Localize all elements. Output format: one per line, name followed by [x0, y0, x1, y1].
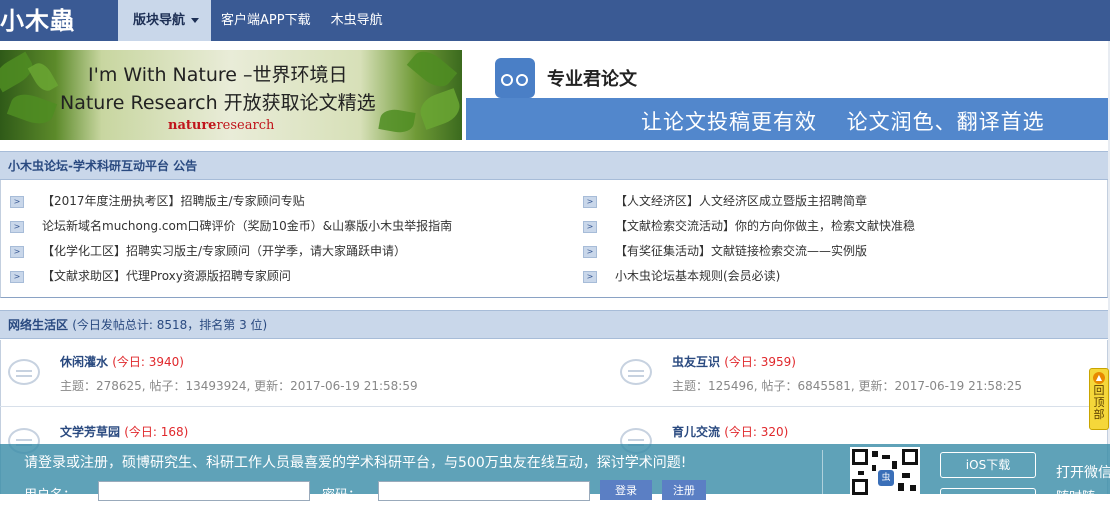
site-logo[interactable]: 小木蟲 [0, 6, 100, 36]
forum-link-parenting[interactable]: 育儿交流 (今日: 320) [672, 423, 788, 440]
forum-zone-stats: (今日发帖总计: 8518，排名第 3 位) [72, 318, 268, 332]
muchong-badge-icon: 虫 [878, 470, 894, 486]
forum-row-divider [0, 406, 1108, 407]
arrow-bullet-icon: > [583, 270, 597, 283]
forum-stats: 主题：125496, 帖子：6845581, 更新：2017-06-19 21:… [672, 379, 1022, 393]
arrow-up-icon: ▲ [1093, 372, 1105, 384]
notice-item[interactable]: > 【2017年度注册执考区】招聘版主/专家顾问专贴 [10, 191, 305, 211]
android-download-button[interactable] [940, 488, 1036, 498]
divider [822, 450, 823, 494]
leaf-decoration [406, 50, 458, 94]
nature-research-logo: natureresearch [168, 118, 275, 133]
notice-item[interactable]: > 论坛新域名muchong.com口碑评价（奖励10金币）&山寨版小木虫举报指南 [10, 216, 452, 236]
arrow-bullet-icon: > [10, 245, 24, 258]
chat-bubble-icon [8, 359, 40, 385]
login-prompt-message: 请登录或注册，硕博研究生、科研工作人员最喜爱的学术科研平台，与500万虫友在线互… [24, 455, 687, 471]
banner-headline: I'm With Nature –世界环境日 [88, 64, 348, 86]
wechat-prompt-sub: 随时随 [1056, 490, 1096, 505]
notice-item[interactable]: > 【文献求助区】代理Proxy资源版招聘专家顾问 [10, 266, 291, 286]
forum-stats: 主题：278625, 帖子：13493924, 更新：2017-06-19 21… [60, 379, 418, 393]
forum-link-friends[interactable]: 虫友互识 (今日: 3959) [672, 353, 796, 370]
leaf-decoration [378, 107, 416, 135]
arrow-bullet-icon: > [10, 270, 24, 283]
password-input[interactable] [378, 481, 590, 501]
username-input[interactable] [98, 481, 310, 501]
banner-brand-title: 专业君论文 [547, 69, 637, 90]
nav-label: 版块导航 [133, 13, 186, 28]
arrow-bullet-icon: > [10, 220, 24, 233]
ios-download-button[interactable]: iOS下载 [940, 452, 1036, 478]
forum-link-literature[interactable]: 文学芳草园 (今日: 168) [60, 423, 188, 440]
announcement-panel: > 【2017年度注册执考区】招聘版主/专家顾问专贴 > 论坛新域名muchong.… [0, 180, 1108, 298]
owl-eyes-icon [495, 58, 535, 98]
arrow-bullet-icon: > [583, 195, 597, 208]
chat-bubble-icon [620, 359, 652, 385]
qr-code: 虫 [850, 447, 920, 495]
back-to-top-button[interactable]: ▲ 回顶部 [1089, 368, 1109, 430]
banner-slogan: 让论文投稿更有效 论文润色、翻译首选 [641, 110, 1045, 134]
nature-banner-ad[interactable]: I'm With Nature –世界环境日 Nature Research 开… [0, 50, 462, 140]
arrow-bullet-icon: > [583, 220, 597, 233]
notice-item[interactable]: > 【化学化工区】招聘实习版主/专家顾问（开学季，请大家踊跃申请） [10, 241, 406, 261]
login-button[interactable]: 登录 [600, 480, 652, 500]
nav-app-download[interactable]: 客户端APP下载 [211, 0, 321, 41]
editing-service-banner-ad[interactable]: 专业君论文 让论文投稿更有效 论文润色、翻译首选 [466, 50, 1110, 140]
top-nav-bar: 小木蟲 版块导航 客户端APP下载 木虫导航 [0, 0, 1110, 41]
announcement-heading: 小木虫论坛-学术科研互动平台 公告 [0, 151, 1108, 180]
forum-link-leisure[interactable]: 休闲灌水 (今日: 3940) [60, 353, 184, 370]
nav-muchong-guide[interactable]: 木虫导航 [321, 0, 393, 41]
nav-forum-directory[interactable]: 版块导航 [118, 0, 212, 41]
leaf-decoration [6, 89, 58, 129]
leaf-decoration [416, 88, 462, 130]
wechat-prompt: 打开微信 [1056, 465, 1110, 481]
main-nav: 版块导航 客户端APP下载 木虫导航 [118, 0, 393, 41]
arrow-bullet-icon: > [583, 245, 597, 258]
notice-item[interactable]: > 【人文经济区】人文经济区成立暨版主招聘简章 [583, 191, 867, 211]
leaf-decoration [27, 59, 59, 95]
banner-subheadline: Nature Research 开放获取论文精选 [60, 92, 376, 114]
forum-zone-heading[interactable]: 网络生活区 (今日发帖总计: 8518，排名第 3 位) [0, 310, 1108, 339]
back-to-top-label: 回顶部 [1093, 384, 1105, 421]
notice-item[interactable]: > 【文献检索交流活动】你的方向你做主，检索文献快准稳 [583, 216, 915, 236]
arrow-bullet-icon: > [10, 195, 24, 208]
notice-item[interactable]: > 小木虫论坛基本规则(会员必读) [583, 266, 780, 286]
register-button[interactable]: 注册 [662, 480, 706, 500]
notice-item[interactable]: > 【有奖征集活动】文献链接检索交流——实例版 [583, 241, 867, 261]
chevron-down-icon [191, 18, 200, 23]
